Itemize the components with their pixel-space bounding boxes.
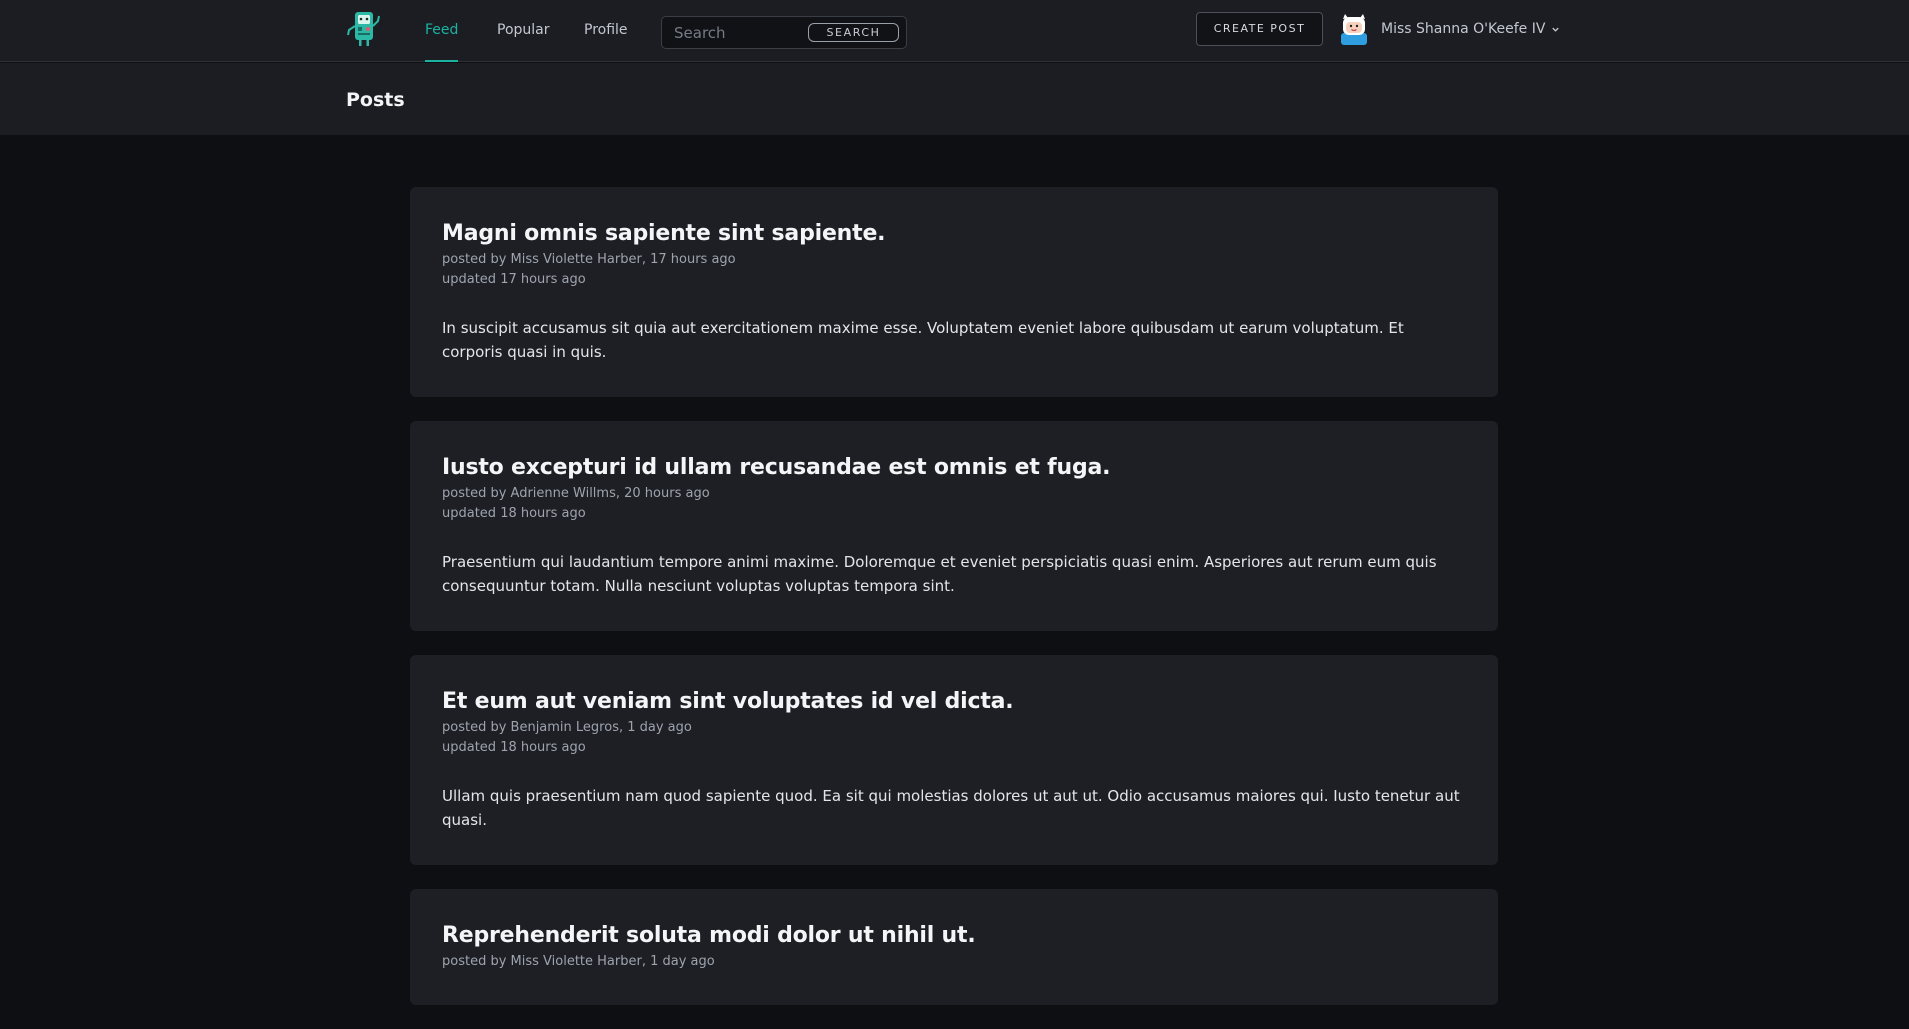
post-author-meta: posted by Miss Violette Harber, 17 hours… — [442, 252, 736, 267]
post-title[interactable]: Et eum aut veniam sint voluptates id vel… — [442, 689, 1466, 715]
post-title[interactable]: Magni omnis sapiente sint sapiente. — [442, 221, 1466, 247]
user-menu[interactable]: Miss Shanna O'Keefe IV — [1339, 13, 1560, 45]
post-body: Praesentium qui laudantium tempore animi… — [442, 553, 1437, 595]
post-card[interactable]: Magni omnis sapiente sint sapiente. post… — [410, 187, 1498, 397]
post-author-meta: posted by Miss Violette Harber, 1 day ag… — [442, 954, 715, 969]
post-author-meta: posted by Benjamin Legros, 1 day ago — [442, 720, 692, 735]
post-title[interactable]: Iusto excepturi id ullam recusandae est … — [442, 455, 1466, 481]
post-card[interactable]: Iusto excepturi id ullam recusandae est … — [410, 421, 1498, 631]
page-title: Posts — [346, 89, 405, 111]
post-updated-meta: updated 17 hours ago — [442, 272, 586, 287]
user-name: Miss Shanna O'Keefe IV — [1381, 21, 1546, 37]
post-body: Ullam quis praesentium nam quod sapiente… — [442, 787, 1460, 829]
search-box: SEARCH — [661, 16, 907, 49]
top-navbar: Feed Popular Profile SEARCH CREATE POST … — [0, 0, 1909, 62]
post-updated-meta: updated 18 hours ago — [442, 740, 586, 755]
post-updated-meta: updated 18 hours ago — [442, 506, 586, 521]
post-author-meta: posted by Adrienne Willms, 20 hours ago — [442, 486, 710, 501]
post-card[interactable]: Et eum aut veniam sint voluptates id vel… — [410, 655, 1498, 865]
nav-popular[interactable]: Popular — [497, 0, 550, 62]
post-title[interactable]: Reprehenderit soluta modi dolor ut nihil… — [442, 923, 1466, 949]
search-button[interactable]: SEARCH — [808, 23, 899, 42]
chevron-down-icon — [1552, 27, 1560, 32]
avatar-icon — [1341, 14, 1367, 45]
page-header: Posts — [0, 63, 1909, 135]
search-input[interactable] — [674, 22, 814, 44]
robot-logo-icon[interactable] — [346, 10, 382, 48]
create-post-button[interactable]: CREATE POST — [1196, 12, 1323, 46]
nav-feed[interactable]: Feed — [425, 0, 459, 62]
nav-profile[interactable]: Profile — [584, 0, 628, 62]
post-card[interactable]: Reprehenderit soluta modi dolor ut nihil… — [410, 889, 1498, 1005]
post-body: In suscipit accusamus sit quia aut exerc… — [442, 319, 1404, 361]
post-feed: Magni omnis sapiente sint sapiente. post… — [410, 187, 1498, 1029]
